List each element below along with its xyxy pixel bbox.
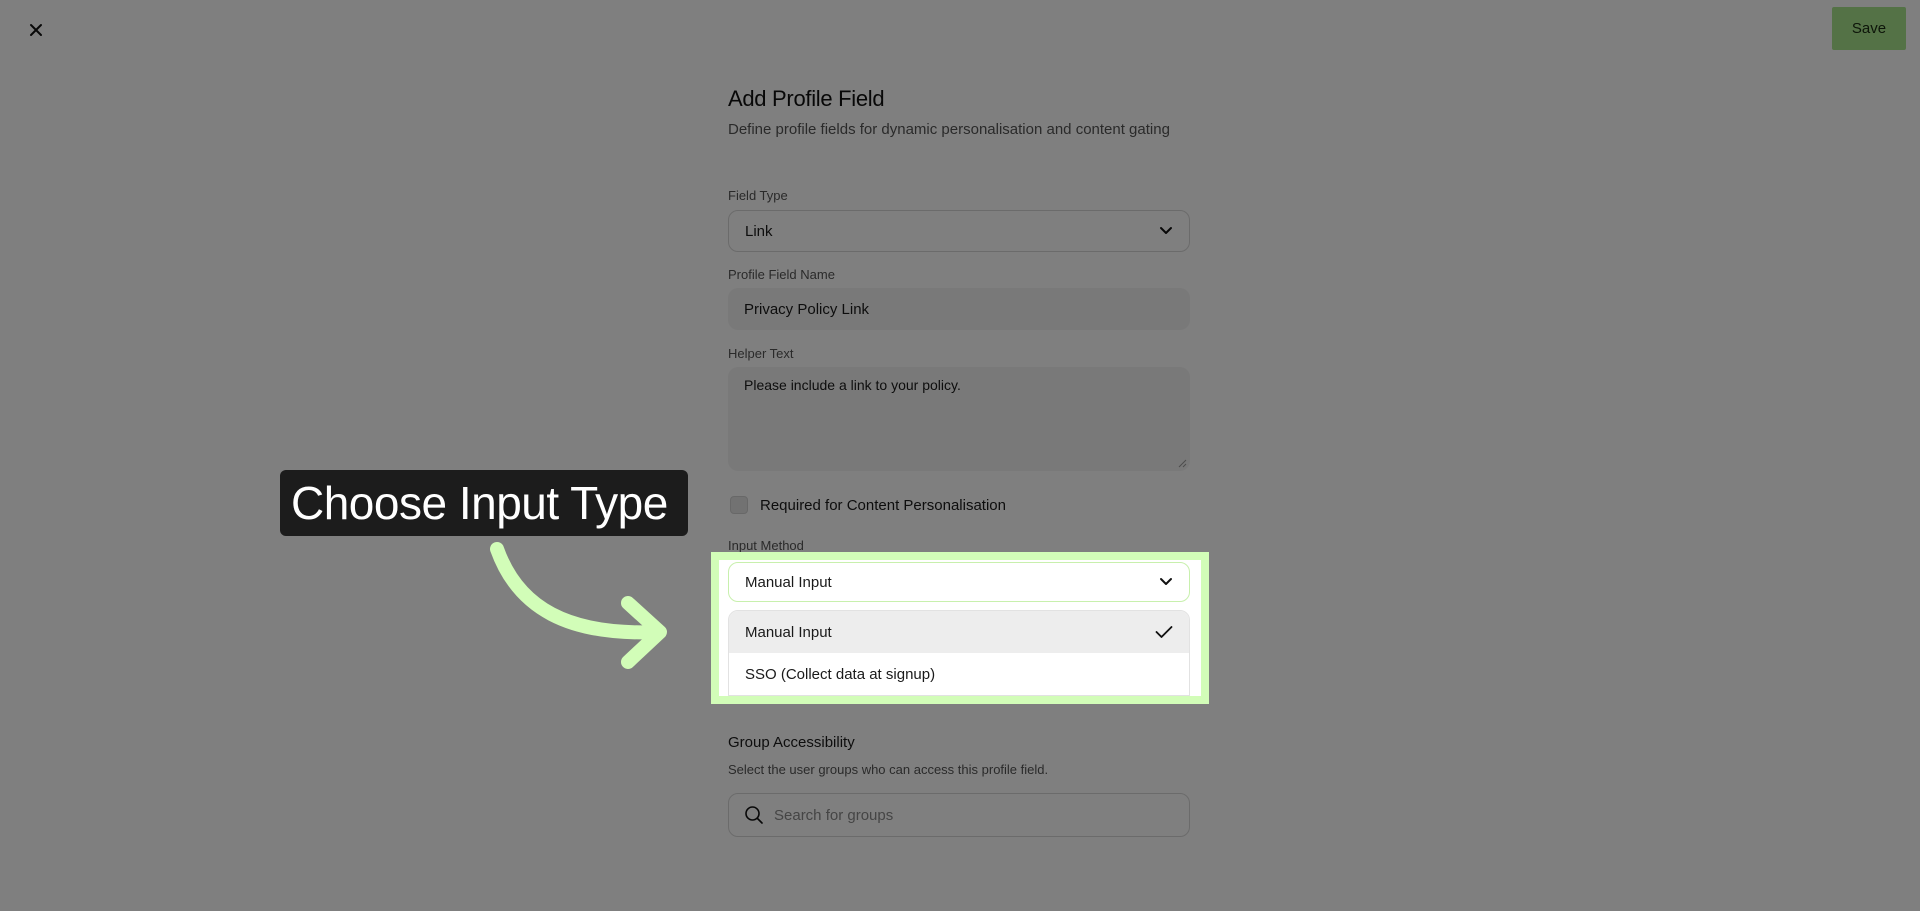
option-manual-input[interactable]: Manual Input [729,611,1189,653]
callout-text: Choose Input Type [291,477,668,529]
dim-overlay [0,0,1920,911]
callout-arrow-icon [490,542,667,669]
callout-label: Choose Input Type [280,470,688,536]
option-label: Manual Input [745,623,832,641]
input-method-dropdown: Manual Input SSO (Collect data at signup… [728,610,1190,696]
option-sso[interactable]: SSO (Collect data at signup) [729,653,1189,695]
chevron-down-icon [1160,578,1172,585]
input-method-select[interactable]: Manual Input [728,562,1190,602]
check-icon [1155,626,1173,638]
input-method-value: Manual Input [745,573,832,591]
option-label: SSO (Collect data at signup) [745,665,936,683]
